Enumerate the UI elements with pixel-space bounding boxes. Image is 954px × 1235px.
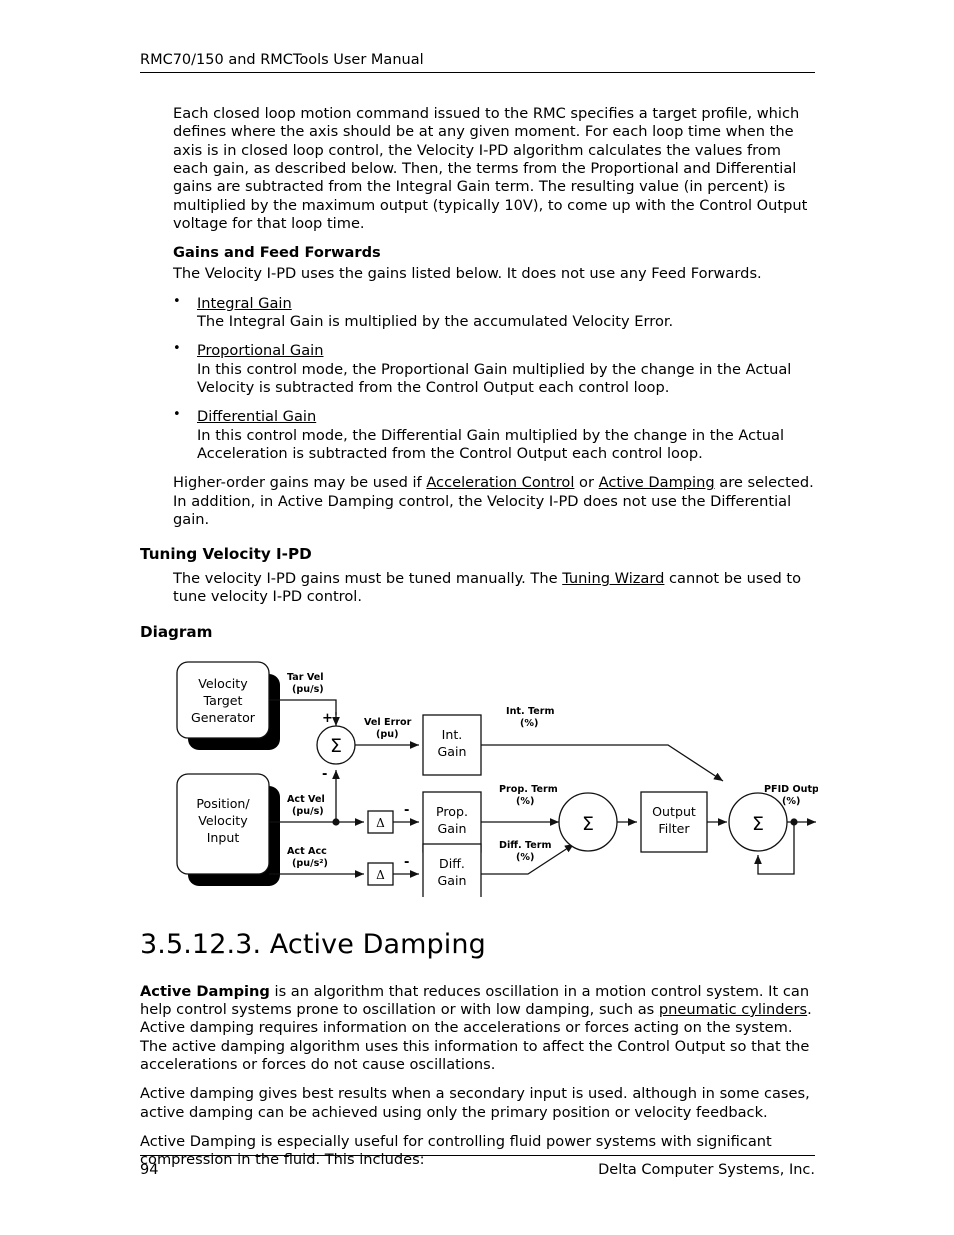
list-item: Integral Gain The Integral Gain is multi… [140, 294, 815, 332]
int-gain-line-2: Gain [438, 744, 467, 759]
sigma1-plus-sign: + [322, 711, 333, 726]
closing-text-mid: or [574, 474, 599, 492]
list-item: Differential Gain In this control mode, … [140, 407, 815, 463]
pvi-line-2: Velocity [198, 813, 248, 828]
document-page: RMC70/150 and RMCTools User Manual Each … [0, 0, 954, 1235]
active-damping-paragraph-2: Active damping gives best results when a… [140, 1085, 810, 1121]
bullet-term-link[interactable]: Integral Gain [197, 295, 292, 312]
diagram-heading: Diagram [140, 622, 213, 641]
bullet-term-link[interactable]: Proportional Gain [197, 342, 324, 359]
delta-symbol-velocity: Δ [376, 816, 385, 830]
int-term-label-line2: (%) [520, 718, 538, 729]
tar-vel-label-line1: Tar Vel [287, 672, 324, 683]
diff-term-label-line1: Diff. Term [499, 840, 552, 851]
act-acc-label-line1: Act Acc [287, 846, 327, 857]
sigma-symbol-3: Σ [752, 813, 764, 835]
active-damping-term: Active Damping [140, 982, 270, 1000]
bullet-description: In this control mode, the Proportional G… [197, 360, 792, 396]
int-term-wire [481, 744, 724, 782]
vtg-line-2: Target [203, 693, 243, 708]
delta-symbol-acceleration: Δ [376, 868, 385, 882]
bullet-description: In this control mode, the Differential G… [197, 426, 785, 462]
header-title: RMC70/150 and RMCTools User Manual [140, 52, 424, 68]
prop-gain-line-2: Gain [438, 821, 467, 836]
prop-term-label-line2: (%) [516, 796, 534, 807]
act-acc-label-line2: (pu/s²) [292, 858, 328, 869]
output-filter-line-1: Output [652, 804, 696, 819]
closing-text-pre: Higher-order gains may be used if [173, 474, 427, 492]
diff-term-label-line2: (%) [516, 852, 534, 863]
document-content: Each closed loop motion command issued t… [140, 105, 818, 1180]
footer-row: 94 Delta Computer Systems, Inc. [140, 1156, 815, 1178]
page-header: RMC70/150 and RMCTools User Manual [140, 52, 815, 74]
int-term-label-line1: Int. Term [506, 706, 554, 717]
diff-gain-line-1: Diff. [439, 856, 465, 871]
header-divider [140, 72, 815, 74]
int-gain-line-1: Int. [442, 727, 463, 742]
act-vel-label-line1: Act Vel [287, 794, 325, 805]
block-diagram-svg: Velocity Target Generator Position/ Velo… [176, 661, 818, 897]
pvi-line-1: Position/ [196, 796, 250, 811]
acceleration-control-link[interactable]: Acceleration Control [426, 474, 574, 491]
diff-gain-minus-sign: - [404, 855, 409, 870]
prop-term-label-line1: Prop. Term [499, 784, 558, 795]
company-name: Delta Computer Systems, Inc. [598, 1162, 815, 1178]
prop-gain-minus-sign: - [404, 803, 409, 818]
gains-closing-paragraph: Higher-order gains may be used if Accele… [173, 474, 815, 529]
act-vel-label-line2: (pu/s) [292, 806, 324, 817]
pvi-line-3: Input [207, 830, 240, 845]
act-vel-junction-dot [332, 818, 340, 826]
intro-paragraph: Each closed loop motion command issued t… [173, 105, 808, 232]
tar-vel-label-line2: (pu/s) [292, 684, 324, 695]
gains-heading: Gains and Feed Forwards [173, 244, 381, 262]
pfid-output-label-line1: PFID Output [764, 784, 818, 795]
output-filter-line-2: Filter [658, 821, 690, 836]
page-footer: 94 Delta Computer Systems, Inc. [140, 1155, 815, 1178]
tuning-text-pre: The velocity I-PD gains must be tuned ma… [173, 570, 563, 588]
gains-bullet-list: Integral Gain The Integral Gain is multi… [140, 294, 815, 464]
diff-gain-line-2: Gain [438, 873, 467, 888]
tuning-wizard-link[interactable]: Tuning Wizard [562, 570, 664, 587]
page-number: 94 [140, 1162, 159, 1178]
sigma1-minus-sign: - [322, 767, 327, 782]
vel-error-label-line1: Vel Error [364, 717, 412, 728]
sigma-symbol-2: Σ [582, 813, 594, 835]
pneumatic-cylinders-link[interactable]: pneumatic cylinders [659, 1001, 807, 1018]
bullet-term-link[interactable]: Differential Gain [197, 408, 316, 425]
tuning-paragraph: The velocity I-PD gains must be tuned ma… [173, 570, 815, 607]
pfid-output-label-line2: (%) [782, 796, 800, 807]
vtg-line-1: Velocity [198, 676, 248, 691]
gains-lead-text: The Velocity I-PD uses the gains listed … [173, 265, 762, 283]
velocity-ipd-block-diagram: Velocity Target Generator Position/ Velo… [168, 652, 818, 897]
active-damping-paragraph-1: Active Damping is an algorithm that redu… [140, 983, 815, 1075]
vtg-line-3: Generator [191, 710, 256, 725]
vel-error-label-line2: (pu) [376, 729, 398, 740]
prop-gain-line-1: Prop. [436, 804, 468, 819]
bullet-description: The Integral Gain is multiplied by the a… [197, 313, 674, 331]
active-damping-link[interactable]: Active Damping [599, 474, 715, 491]
sigma-symbol-1: Σ [330, 735, 342, 757]
list-item: Proportional Gain In this control mode, … [140, 341, 815, 397]
tuning-velocity-ipd-heading: Tuning Velocity I-PD [140, 545, 312, 564]
page-title: 3.5.12.3. Active Damping [140, 928, 486, 960]
